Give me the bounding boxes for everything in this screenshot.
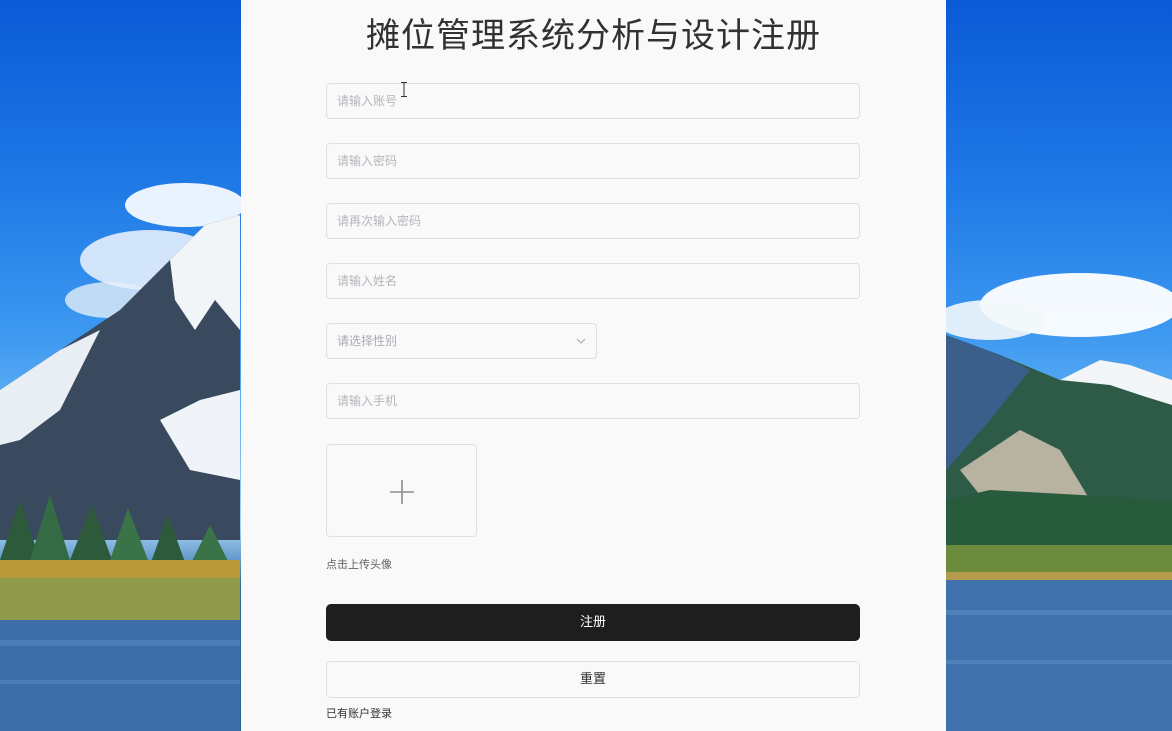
chevron-down-icon xyxy=(576,338,586,344)
plus-icon xyxy=(390,480,414,504)
register-button[interactable]: 注册 xyxy=(326,604,860,641)
confirm-password-input[interactable] xyxy=(326,203,860,239)
reset-button[interactable]: 重置 xyxy=(326,661,860,698)
avatar-upload-hint: 点击上传头像 xyxy=(326,558,392,571)
page-title: 摊位管理系统分析与设计注册 xyxy=(366,16,821,56)
name-input[interactable] xyxy=(326,263,860,299)
login-link[interactable]: 已有账户登录 xyxy=(326,705,392,721)
phone-input[interactable] xyxy=(326,383,860,419)
register-panel: 摊位管理系统分析与设计注册 请选择性别 点击上传头像 注册 重置 已有账户登录 xyxy=(241,0,946,731)
avatar-upload[interactable] xyxy=(326,444,477,537)
password-input[interactable] xyxy=(326,143,860,179)
gender-select-placeholder: 请选择性别 xyxy=(337,334,398,348)
text-cursor-icon xyxy=(401,82,407,97)
gender-select[interactable]: 请选择性别 xyxy=(326,323,597,359)
